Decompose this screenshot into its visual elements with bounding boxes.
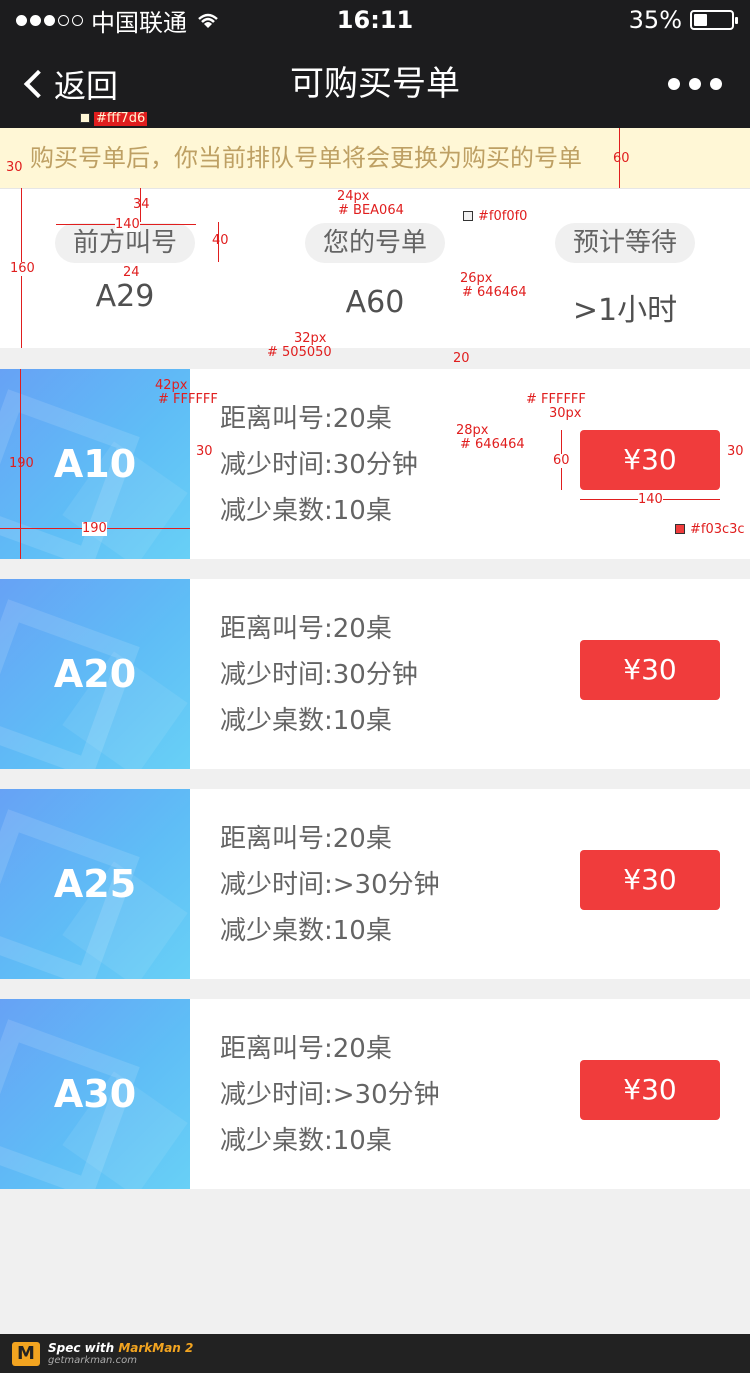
ticket-number: A30 bbox=[53, 1072, 137, 1116]
more-button[interactable] bbox=[668, 40, 722, 128]
ticket-tables-saved: 减少桌数:10桌 bbox=[220, 1126, 392, 1156]
ann-pill-h: 40 bbox=[212, 233, 229, 248]
ticket-time-saved: 减少时间:>30分钟 bbox=[220, 1080, 440, 1110]
ann-notice-h: 60 bbox=[613, 151, 630, 166]
ticket-distance: 距离叫号:20桌 bbox=[220, 614, 392, 644]
ann-btn-right: 30 bbox=[727, 444, 744, 459]
buy-button[interactable]: ¥30 bbox=[580, 850, 720, 910]
swatch-btn-bg bbox=[675, 524, 685, 534]
status-right: 35% bbox=[628, 6, 738, 34]
ann-card-h: 190 bbox=[9, 456, 34, 471]
chevron-left-icon bbox=[23, 69, 53, 99]
ticket-number: A25 bbox=[53, 862, 137, 906]
info-wait: 预计等待 >1小时 bbox=[555, 223, 695, 329]
ticket-card: A10 距离叫号:20桌 减少时间:30分钟 减少桌数:10桌 ¥30 bbox=[0, 369, 750, 559]
ann-btn-font: 30px bbox=[549, 406, 582, 421]
info-wait-label: 预计等待 bbox=[555, 223, 695, 263]
swatch-notice-bg bbox=[80, 113, 90, 123]
ticket-details: 距离叫号:20桌 减少时间:30分钟 减少桌数:10桌 bbox=[220, 609, 418, 747]
battery-icon bbox=[690, 10, 738, 30]
status-bar: 中国联通 16:11 35% bbox=[0, 0, 750, 40]
battery-percent: 35% bbox=[628, 6, 682, 34]
signal-icon bbox=[16, 14, 83, 26]
ann-pill-w: 140 bbox=[115, 217, 140, 232]
info-mine-value: A60 bbox=[345, 285, 405, 320]
info-mine: 您的号单 A60 bbox=[305, 223, 445, 320]
ann-pill-font: 26px bbox=[460, 271, 493, 286]
buy-button[interactable]: ¥30 bbox=[580, 1060, 720, 1120]
ticket-distance: 距离叫号:20桌 bbox=[220, 1034, 392, 1064]
ticket-distance: 距离叫号:20桌 bbox=[220, 404, 392, 434]
ticket-number-tile: A20 bbox=[0, 579, 190, 769]
buy-button[interactable]: ¥30 bbox=[580, 640, 720, 700]
info-ahead-value: A29 bbox=[95, 279, 155, 314]
ticket-details: 距离叫号:20桌 减少时间:>30分钟 减少桌数:10桌 bbox=[220, 819, 440, 957]
ticket-tables-saved: 减少桌数:10桌 bbox=[220, 706, 392, 736]
ann-val-gap: 24 bbox=[123, 265, 140, 280]
footer-spec-with: Spec with bbox=[48, 1341, 119, 1355]
ann-val-font: 32px bbox=[294, 331, 327, 346]
ticket-number-tile: A30 bbox=[0, 999, 190, 1189]
info-wait-value: >1小时 bbox=[572, 293, 678, 328]
footer-brand: MarkMan 2 bbox=[118, 1341, 194, 1355]
ann-left-pad: 30 bbox=[6, 160, 23, 175]
ann-pill-top: 34 bbox=[133, 197, 150, 212]
ann-section-gap: 20 bbox=[453, 351, 470, 366]
ticket-time-saved: 减少时间:30分钟 bbox=[220, 660, 418, 690]
notice-text: 购买号单后，你当前排队号单将会更换为购买的号单 bbox=[30, 144, 582, 172]
status-left: 中国联通 bbox=[16, 3, 221, 38]
ann-num-color: # FFFFFF bbox=[158, 392, 218, 407]
ticket-time-saved: 减少时间:>30分钟 bbox=[220, 870, 440, 900]
ticket-card: A30 距离叫号:20桌 减少时间:>30分钟 减少桌数:10桌 ¥30 bbox=[0, 999, 750, 1189]
info-mine-label: 您的号单 bbox=[305, 223, 445, 263]
markman-logo-icon: M bbox=[12, 1341, 40, 1366]
ticket-tables-saved: 减少桌数:10桌 bbox=[220, 496, 392, 526]
wifi-icon bbox=[198, 13, 218, 28]
swatch-pill-bg bbox=[463, 211, 473, 221]
ann-num-font: 42px bbox=[155, 378, 188, 393]
ticket-time-saved: 减少时间:30分钟 bbox=[220, 450, 418, 480]
carrier-label: 中国联通 bbox=[91, 8, 187, 37]
ann-btn-h: 60 bbox=[553, 453, 570, 468]
ann-notice-color: # BEA064 bbox=[338, 203, 404, 218]
ticket-card: A25 距离叫号:20桌 减少时间:>30分钟 减少桌数:10桌 ¥30 bbox=[0, 789, 750, 979]
ann-card-w: 190 bbox=[82, 521, 107, 536]
footer-url: getmarkman.com bbox=[48, 1355, 137, 1366]
ticket-card: A20 距离叫号:20桌 减少时间:30分钟 减少桌数:10桌 ¥30 bbox=[0, 579, 750, 769]
ticket-details: 距离叫号:20桌 减少时间:>30分钟 减少桌数:10桌 bbox=[220, 1029, 440, 1167]
ann-pill-bg: #f0f0f0 bbox=[478, 209, 528, 224]
ann-info-h: 160 bbox=[10, 261, 35, 276]
ticket-number-tile: A25 bbox=[0, 789, 190, 979]
notice-banner: 购买号单后，你当前排队号单将会更换为购买的号单 bbox=[0, 128, 750, 188]
more-dots-icon bbox=[668, 78, 680, 90]
ann-val-color: # 505050 bbox=[267, 345, 332, 360]
ann-btn-bg: #f03c3c bbox=[690, 522, 745, 537]
ticket-number: A20 bbox=[53, 652, 137, 696]
ann-lines-font: 28px bbox=[456, 423, 489, 438]
ann-btn-text-color: # FFFFFF bbox=[526, 392, 586, 407]
back-label: 返回 bbox=[54, 67, 119, 105]
ticket-tables-saved: 减少桌数:10桌 bbox=[220, 916, 392, 946]
ticket-distance: 距离叫号:20桌 bbox=[220, 824, 392, 854]
buy-button[interactable]: ¥30 bbox=[580, 430, 720, 490]
markman-footer: M Spec with MarkMan 2 getmarkman.com bbox=[0, 1334, 750, 1373]
ann-line-gap: 30 bbox=[196, 444, 213, 459]
ann-notice-bg: #fff7d6 bbox=[94, 111, 148, 126]
ann-pill-color: # 646464 bbox=[462, 285, 527, 300]
ticket-details: 距离叫号:20桌 减少时间:30分钟 减少桌数:10桌 bbox=[220, 399, 418, 537]
ann-notice-font: 24px bbox=[337, 189, 370, 204]
ann-btn-w: 140 bbox=[638, 492, 663, 507]
ann-lines-color: # 646464 bbox=[460, 437, 525, 452]
